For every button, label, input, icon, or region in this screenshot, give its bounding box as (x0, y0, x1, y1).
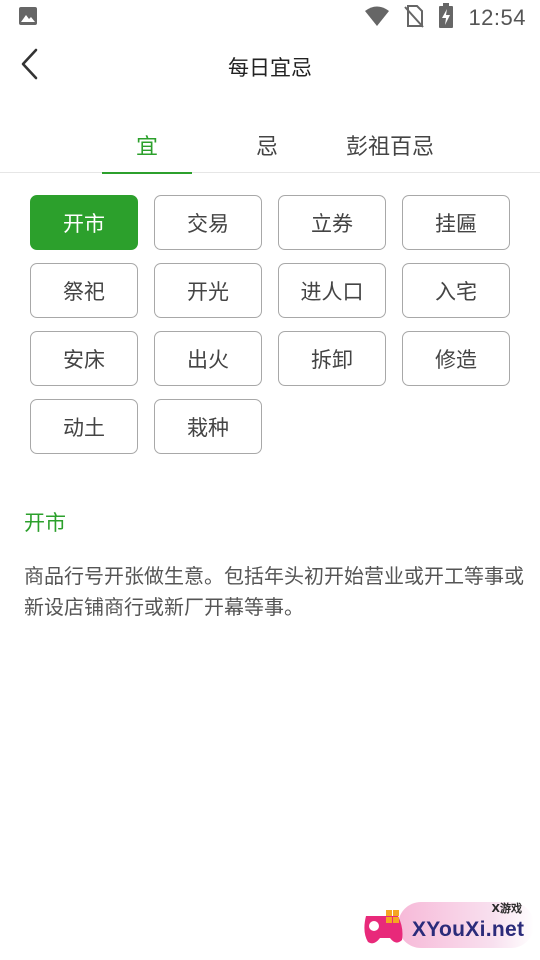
tag-jinrenkou[interactable]: 进人口 (278, 263, 386, 318)
wifi-icon (364, 5, 390, 31)
tag-dongtu[interactable]: 动土 (30, 399, 138, 454)
tag-chuhuo[interactable]: 出火 (154, 331, 262, 386)
tab-ji[interactable]: 忌 (222, 116, 312, 173)
tag-liquan[interactable]: 立券 (278, 195, 386, 250)
no-sim-icon (404, 4, 425, 32)
chevron-left-icon (20, 48, 40, 84)
tag-jiaoyi[interactable]: 交易 (154, 195, 262, 250)
tag-jisi[interactable]: 祭祀 (30, 263, 138, 318)
tag-xiuzao[interactable]: 修造 (402, 331, 510, 386)
back-button[interactable] (10, 46, 50, 86)
tag-guabian[interactable]: 挂匾 (402, 195, 510, 250)
watermark-sub: X游戏 (491, 902, 522, 915)
watermark-brand: XYouXi.net (412, 918, 525, 941)
tab-label: 彭祖百忌 (345, 134, 434, 160)
tab-yi[interactable]: 宜 (102, 116, 192, 174)
watermark: X游戏 XYouXi.net (358, 896, 534, 954)
tag-chaixie[interactable]: 拆卸 (278, 331, 386, 386)
tag-grid: 开市 交易 立券 挂匾 祭祀 开光 进人口 入宅 安床 出火 拆卸 修造 动土 … (30, 195, 512, 454)
tag-zaizhong[interactable]: 栽种 (154, 399, 262, 454)
status-time: 12:54 (468, 5, 526, 30)
tab-label: 宜 (135, 134, 158, 160)
detail-title: 开市 (24, 511, 66, 535)
tag-anchuang[interactable]: 安床 (30, 331, 138, 386)
tag-ruzhai[interactable]: 入宅 (402, 263, 510, 318)
tag-kaishi[interactable]: 开市 (30, 195, 138, 250)
status-bar: 12:54 (0, 0, 540, 36)
detail-description: 商品行号开张做生意。包括年头初开始营业或开工等事或新设店铺商行或新厂开幕等事。 (24, 564, 524, 619)
gamepad-logo-icon (360, 902, 404, 948)
page-title: 每日宜忌 (228, 56, 312, 80)
app-bar: 每日宜忌 (0, 36, 540, 98)
image-icon (18, 6, 38, 30)
battery-charging-icon (438, 3, 454, 33)
tag-kaiguang[interactable]: 开光 (154, 263, 262, 318)
tab-label: 忌 (255, 134, 278, 160)
tab-bar: 宜 忌 彭祖百忌 (0, 116, 540, 174)
tab-pengzu[interactable]: 彭祖百忌 (330, 116, 450, 173)
